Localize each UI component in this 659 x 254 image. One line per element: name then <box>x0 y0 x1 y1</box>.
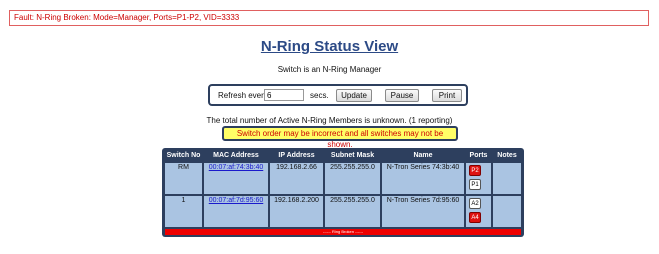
mask-cell: 255.255.255.0 <box>325 163 380 194</box>
members-count-text: The total number of Active N-Ring Member… <box>206 116 453 125</box>
mac-address-link[interactable]: 00:07:af:7d:95:60 <box>209 197 264 204</box>
switch-order-warning: Switch order may be incorrect and all sw… <box>222 126 458 149</box>
print-button[interactable]: Print <box>432 89 462 102</box>
manager-status-text: Switch is an N-Ring Manager <box>277 65 382 74</box>
header-notes: Notes <box>497 152 517 159</box>
header-switch-no: Switch No <box>166 152 201 159</box>
switch-no-cell: RM <box>165 163 202 194</box>
header-subnet-mask: Subnet Mask <box>330 152 375 159</box>
refresh-unit-label: secs. <box>310 91 329 100</box>
header-name: Name <box>413 152 433 159</box>
fault-text: Fault: N-Ring Broken: Mode=Manager, Port… <box>14 13 240 22</box>
name-cell: N-Tron Series 7d:95:60 <box>382 196 464 227</box>
switch-no-cell: 1 <box>165 196 202 227</box>
notes-cell <box>493 196 521 227</box>
mac-address-link[interactable]: 00:07:af:74:3b:40 <box>209 164 264 171</box>
update-button[interactable]: Update <box>336 89 372 102</box>
fault-banner: Fault: N-Ring Broken: Mode=Manager, Port… <box>9 10 649 26</box>
header-ip-address: IP Address <box>278 152 315 159</box>
port-badge[interactable]: A2 <box>469 198 481 209</box>
port-badge[interactable]: P2 <box>469 165 481 176</box>
port-badge[interactable]: A4 <box>469 212 481 223</box>
ports-cell: A2 A4 <box>466 196 491 227</box>
refresh-label: Refresh every: <box>218 91 271 100</box>
name-cell: N-Tron Series 74:3b:40 <box>382 163 464 194</box>
ip-cell: 192.168.2.66 <box>270 163 323 194</box>
ring-broken-bar: ------ Ring Broken ------ <box>165 229 521 235</box>
notes-cell <box>493 163 521 194</box>
mac-cell: 00:07:af:7d:95:60 <box>204 196 268 227</box>
header-mac-address: MAC Address <box>213 152 259 159</box>
mac-cell: 00:07:af:74:3b:40 <box>204 163 268 194</box>
mask-cell: 255.255.255.0 <box>325 196 380 227</box>
ring-status-table: Switch No MAC Address IP Address Subnet … <box>162 148 524 237</box>
header-ports: Ports <box>469 152 488 159</box>
page-title: N-Ring Status View <box>260 38 399 55</box>
refresh-interval-input[interactable] <box>264 89 304 101</box>
ip-cell: 192.168.2.200 <box>270 196 323 227</box>
pause-button[interactable]: Pause <box>385 89 419 102</box>
refresh-panel: Refresh every: secs. Update Pause Print <box>208 84 468 106</box>
port-badge[interactable]: P1 <box>469 179 481 190</box>
ports-cell: P2 P1 <box>466 163 491 194</box>
